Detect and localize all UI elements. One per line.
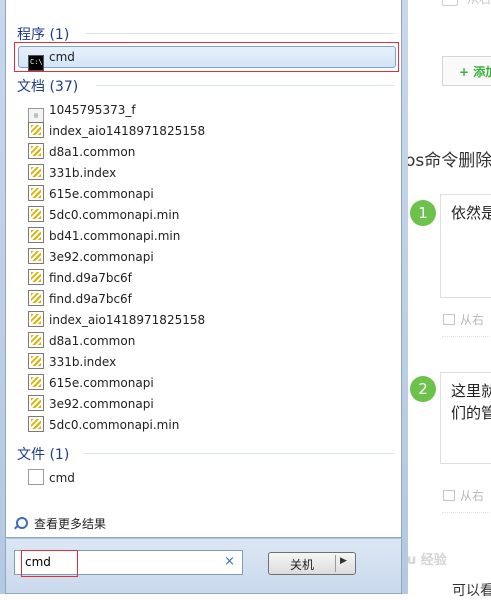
document-result[interactable]: 3e92.commonapi [28, 394, 154, 414]
script-icon [28, 122, 44, 138]
picture-icon [443, 490, 455, 501]
result-label: 3e92.commonapi [49, 397, 154, 411]
files-header[interactable]: 文件 (1) [17, 444, 69, 464]
document-result[interactable]: 5dc0.commonapi.min [28, 415, 179, 435]
document-result[interactable]: find.d9a7bc6f [28, 289, 132, 309]
divider [96, 85, 394, 86]
result-label: 331b.index [49, 166, 117, 180]
step-2-text-line-2: 们的管 [451, 404, 491, 422]
picture-icon [443, 314, 455, 325]
shutdown-options-arrow-icon[interactable]: ▶ [340, 556, 347, 566]
script-icon [28, 395, 44, 411]
document-result[interactable]: bd41.commonapi.min [28, 226, 180, 246]
see-more-label: 查看更多结果 [34, 517, 107, 531]
document-result[interactable]: d8a1.common [28, 142, 135, 162]
result-label: find.d9a7bc6f [49, 271, 132, 285]
file-result-cmd[interactable]: cmd [28, 468, 75, 488]
annotation-box [21, 550, 78, 577]
script-icon [28, 290, 44, 306]
step-1-box: 依然是 [440, 194, 491, 298]
script-icon [28, 164, 44, 180]
result-label: find.d9a7bc6f [49, 292, 132, 306]
result-label: 615e.commonapi [49, 376, 154, 390]
document-result[interactable]: 615e.commonapi [28, 373, 154, 393]
document-result[interactable]: ▤ 1045795373_f [28, 100, 136, 124]
see-more-results-link[interactable]: 查看更多结果 [16, 515, 106, 532]
image-icon [442, 0, 458, 6]
divider [442, 336, 491, 337]
script-icon [28, 374, 44, 390]
document-result[interactable]: 331b.index [28, 352, 116, 372]
clear-search-icon[interactable]: × [224, 554, 235, 569]
result-label: 5dc0.commonapi.min [49, 208, 180, 222]
divider [335, 555, 336, 572]
section-heading: os命令删除 [405, 151, 491, 171]
top-text: 从右 [467, 0, 491, 7]
shutdown-label: 关机 [289, 558, 314, 572]
add-button[interactable]: + 添加 [442, 56, 491, 86]
document-result[interactable]: find.d9a7bc6f [28, 268, 132, 288]
document-result[interactable]: d8a1.common [28, 331, 135, 351]
result-label: 615e.commonapi [49, 187, 154, 201]
divider [442, 512, 491, 513]
result-label: index_aio1418971825158 [49, 124, 206, 138]
image-source-2: 从右 [443, 487, 484, 504]
result-label: 3e92.commonapi [49, 250, 154, 264]
script-icon [28, 332, 44, 348]
background-webpage: 从右 + 添加 os命令删除 1 依然是 从右 2 这里就 们的管 从右 可以看 [405, 0, 491, 599]
script-icon [28, 311, 44, 327]
result-label: d8a1.common [49, 145, 136, 159]
step-1-text: 依然是 [451, 204, 491, 222]
script-icon [28, 227, 44, 243]
document-result[interactable]: 3e92.commonapi [28, 247, 154, 267]
step-2-box: 这里就 们的管 [440, 372, 491, 464]
script-icon [28, 185, 44, 201]
start-menu: 程序 (1) cmd 文档 (37) ▤1045795373_findex_ai… [0, 0, 408, 594]
divider [86, 33, 394, 34]
programs-header[interactable]: 程序 (1) [17, 24, 69, 44]
blank-file-icon [28, 469, 44, 485]
document-result[interactable]: 5dc0.commonapi.min [28, 205, 179, 225]
script-icon [28, 143, 44, 159]
result-label: cmd [49, 471, 75, 485]
bottom-text: 可以看 [452, 583, 491, 599]
result-label: 1045795373_f [49, 103, 136, 117]
documents-header[interactable]: 文档 (37) [17, 76, 78, 96]
search-icon [16, 517, 28, 529]
step-1-badge: 1 [410, 200, 436, 226]
step-2-text-line-1: 这里就 [451, 382, 491, 400]
result-label: 5dc0.commonapi.min [49, 418, 180, 432]
document-result[interactable]: index_aio1418971825158 [28, 310, 205, 330]
result-label: bd41.commonapi.min [49, 229, 181, 243]
script-icon [28, 416, 44, 432]
image-source-label: 从右 [460, 313, 485, 327]
document-result[interactable]: index_aio1418971825158 [28, 121, 205, 141]
document-result[interactable]: 615e.commonapi [28, 184, 154, 204]
step-2-badge: 2 [410, 376, 436, 402]
script-icon [28, 269, 44, 285]
result-label: 331b.index [49, 355, 117, 369]
annotation-box [14, 42, 399, 72]
document-result[interactable]: 331b.index [28, 163, 116, 183]
script-icon [28, 206, 44, 222]
script-icon [28, 248, 44, 264]
shutdown-button[interactable]: 关机 ▶ [268, 552, 356, 575]
script-icon [28, 353, 44, 369]
result-label: d8a1.common [49, 334, 136, 348]
image-source-1: 从右 [443, 311, 484, 328]
result-label: index_aio1418971825158 [49, 313, 206, 327]
divider [84, 453, 394, 454]
image-source-label: 从右 [460, 489, 485, 503]
